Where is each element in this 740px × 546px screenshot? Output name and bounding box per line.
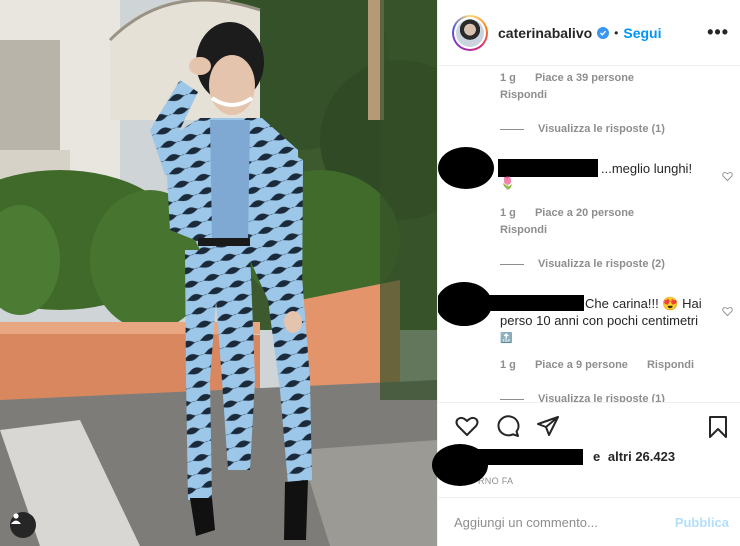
like-heart-icon[interactable] xyxy=(455,415,479,437)
comment-meta: 1 g Piace a 39 persone xyxy=(500,72,650,84)
comments-list: 1 g Piace a 39 persone Rispondi Visualiz… xyxy=(438,67,740,402)
comment-meta: 1 g Piace a 20 persone xyxy=(500,207,650,219)
comment-emoji: 🔝 xyxy=(500,333,513,344)
comment-like-heart-icon[interactable] xyxy=(722,306,733,317)
comment-text-line2: perso 10 anni con pochi centimetri xyxy=(500,313,699,328)
redacted-liker-name xyxy=(470,449,583,465)
view-replies-button[interactable]: Visualizza le risposte (1) xyxy=(500,123,665,135)
reply-button[interactable]: Rispondi xyxy=(500,224,547,236)
comment-emoji: 🌷 xyxy=(500,176,515,190)
share-icon[interactable] xyxy=(536,415,560,437)
photo-illustration xyxy=(0,0,437,546)
verified-icon xyxy=(597,26,610,39)
reply-button[interactable]: Rispondi xyxy=(647,359,694,371)
comment-likes[interactable]: Piace a 9 persone xyxy=(535,359,628,371)
more-icon[interactable]: ••• xyxy=(707,22,729,43)
comment-likes[interactable]: Piace a 39 persone xyxy=(535,72,634,84)
redacted-username xyxy=(486,295,584,311)
user-tag-button[interactable] xyxy=(10,512,36,538)
view-replies-button[interactable]: Visualizza le risposte (2) xyxy=(500,258,665,270)
author-username[interactable]: caterinabalivo xyxy=(498,25,592,41)
redacted-avatar xyxy=(438,282,492,326)
post-actions-bar xyxy=(438,402,740,452)
view-replies-button[interactable]: Visualizza le risposte (1) xyxy=(500,393,665,402)
author-avatar[interactable] xyxy=(452,14,488,51)
redacted-avatar xyxy=(438,147,494,189)
follow-button[interactable]: Segui xyxy=(623,25,661,41)
comment-time[interactable]: 1 g xyxy=(500,72,516,84)
save-bookmark-icon[interactable] xyxy=(708,415,728,439)
publish-button[interactable]: Pubblica xyxy=(675,515,729,530)
likes-summary[interactable]: e altri 26.423 xyxy=(593,449,675,464)
user-tag-icon xyxy=(11,513,21,524)
comment-icon[interactable] xyxy=(496,415,520,437)
comment-time[interactable]: 1 g xyxy=(500,359,516,371)
comment-time[interactable]: 1 g xyxy=(500,207,516,219)
reply-button[interactable]: Rispondi xyxy=(500,89,547,101)
comment-like-heart-icon[interactable] xyxy=(722,171,733,182)
comment-text: ...meglio lunghi! xyxy=(601,161,693,176)
add-comment-bar: Pubblica xyxy=(438,497,740,546)
post-photo[interactable] xyxy=(0,0,437,546)
comment-text-line1: Che carina!!! 😍 Hai xyxy=(585,296,702,311)
comment-meta: 1 g Piace a 9 persone Rispondi xyxy=(500,359,710,371)
comment-likes[interactable]: Piace a 20 persone xyxy=(535,207,634,219)
post-header: caterinabalivo • Segui ••• xyxy=(438,0,740,66)
comment-input[interactable] xyxy=(454,510,654,534)
header-dot-separator: • xyxy=(614,25,619,40)
post-time-ago: RNO FA xyxy=(478,476,514,486)
